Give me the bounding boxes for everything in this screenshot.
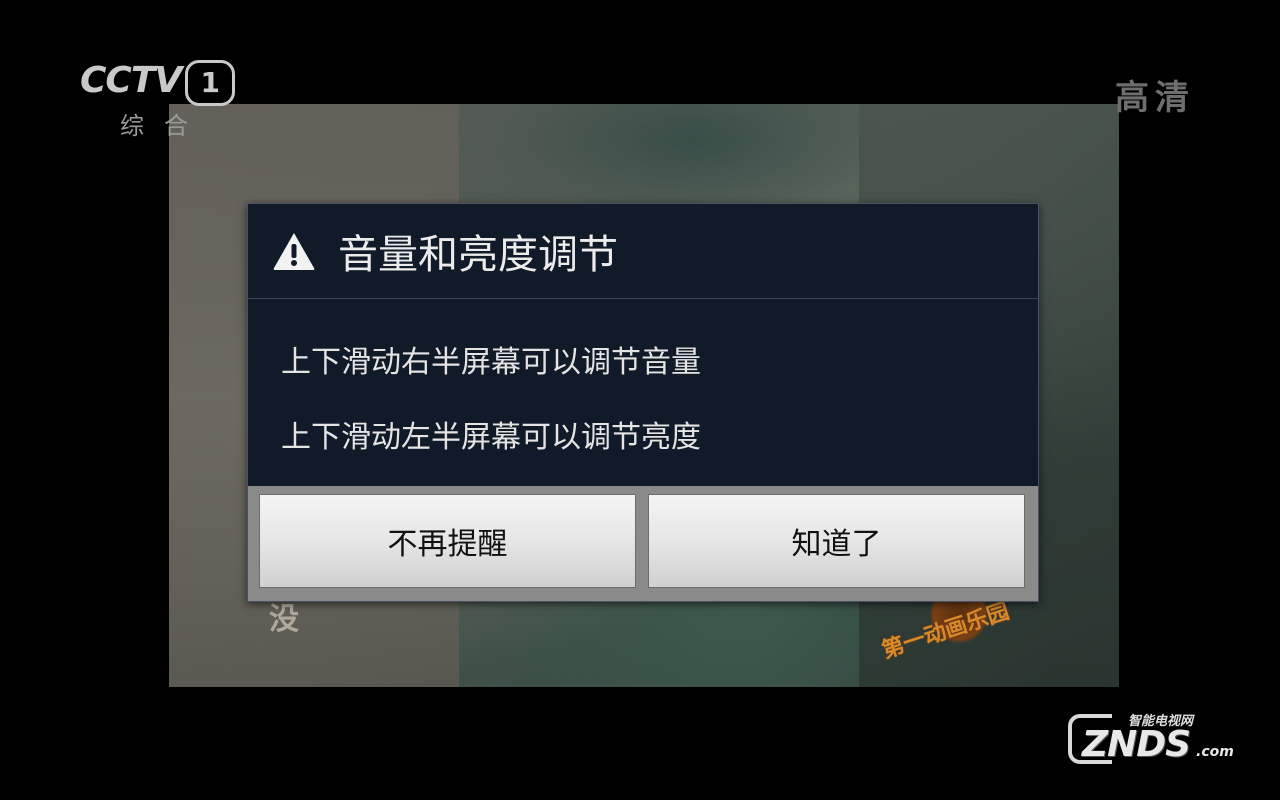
watermark-suffix: .com	[1196, 744, 1234, 760]
znds-watermark: 智能电视网 ZNDS .com	[1068, 702, 1238, 772]
dont-remind-button[interactable]: 不再提醒	[259, 494, 636, 588]
dialog-title: 音量和亮度调节	[338, 232, 618, 278]
dialog-header: 音量和亮度调节	[248, 204, 1038, 299]
channel-number: 1	[185, 60, 236, 106]
warning-triangle-icon	[273, 233, 315, 270]
dialog-line-volume: 上下滑动右半屏幕可以调节音量	[281, 345, 701, 380]
hd-badge: 高清	[1115, 78, 1195, 118]
got-it-button[interactable]: 知道了	[648, 494, 1025, 588]
channel-sub-label: 综合	[120, 112, 208, 140]
watermark-brand: ZNDS	[1082, 724, 1191, 765]
channel-logo-text: CCTV	[80, 60, 182, 101]
dialog-line-brightness: 上下滑动左半屏幕可以调节亮度	[281, 420, 701, 455]
dialog-message: 上下滑动右半屏幕可以调节音量 上下滑动左半屏幕可以调节亮度	[248, 299, 1038, 487]
tv-screen: 没 第一动画乐园 CCTV 1 综合 高清 音量和亮度调节 上下滑动右半屏幕可以调…	[0, 0, 1280, 800]
dialog-button-bar: 不再提醒 知道了	[248, 486, 1038, 601]
volume-brightness-dialog: 音量和亮度调节 上下滑动右半屏幕可以调节音量 上下滑动左半屏幕可以调节亮度 不再…	[247, 203, 1039, 602]
channel-logo: CCTV 1 综合	[80, 60, 236, 141]
